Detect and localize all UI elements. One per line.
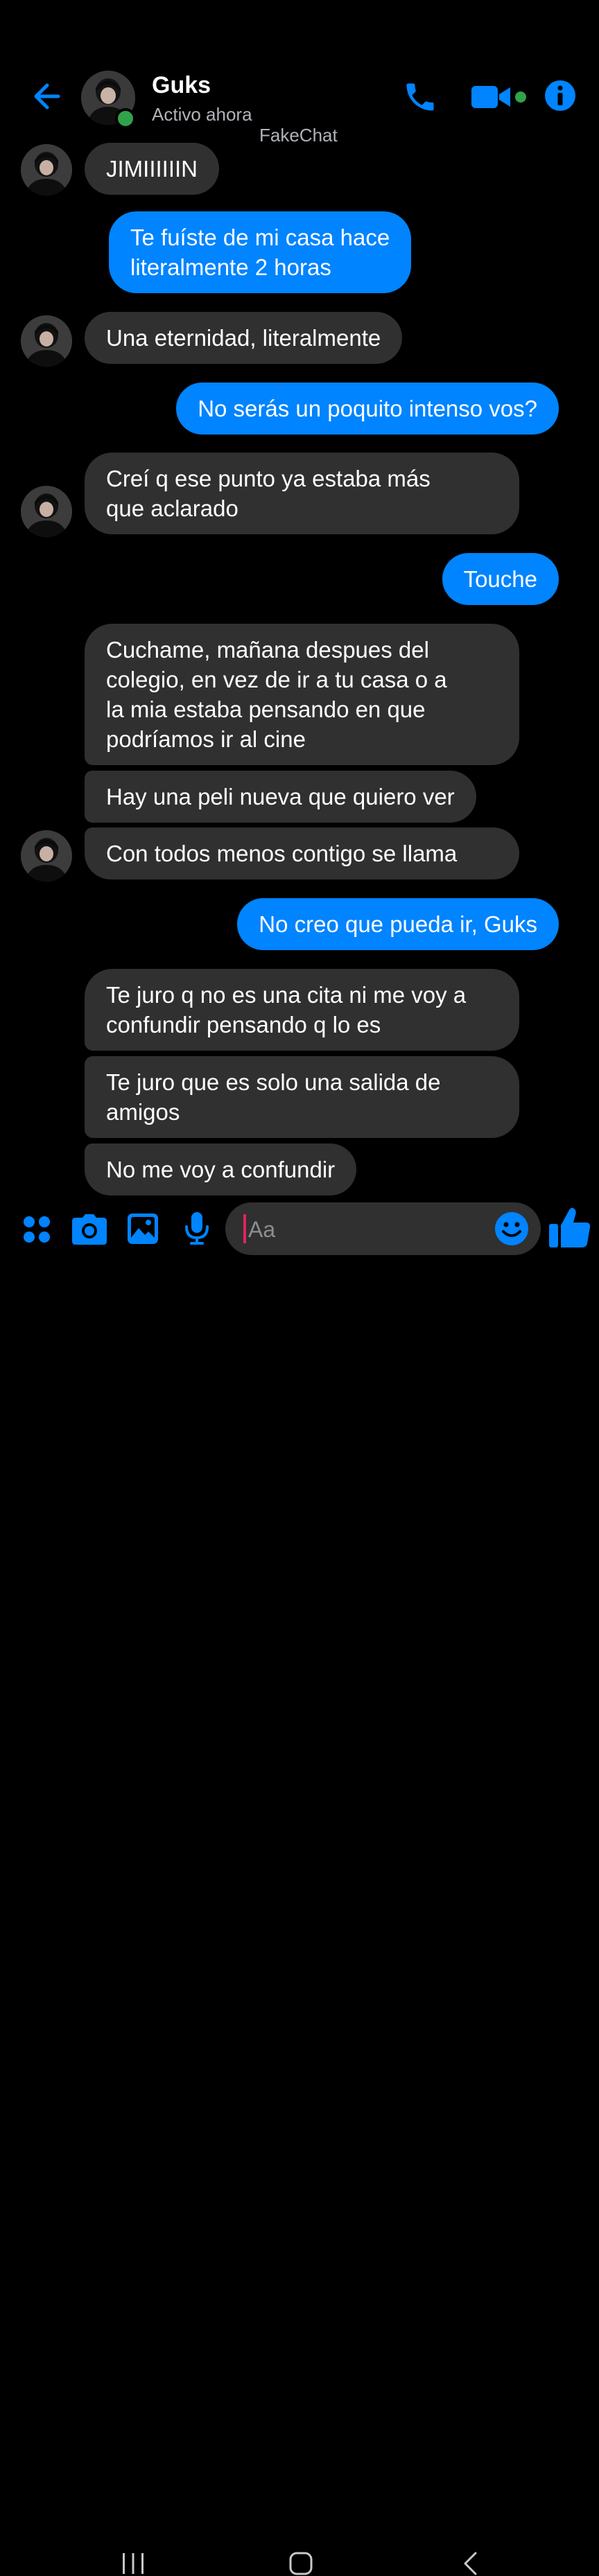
incoming-message[interactable]: Creí q ese punto ya estaba más que aclar… — [85, 453, 519, 534]
chat-header: Guks Activo ahora FakeChat — [0, 0, 599, 146]
back-arrow-icon[interactable] — [28, 79, 62, 114]
outgoing-message[interactable]: No creo que pueda ir, Guks — [237, 898, 559, 950]
phone-icon[interactable] — [402, 79, 438, 115]
incoming-message[interactable]: Te juro q no es una cita ni me voy a con… — [85, 969, 519, 1051]
sender-avatar — [21, 486, 72, 537]
incoming-message[interactable]: Cuchame, mañana despues del colegio, en … — [85, 624, 519, 765]
incoming-message[interactable]: Te juro que es solo una salida de amigos — [85, 1056, 519, 1138]
info-icon[interactable] — [544, 79, 577, 112]
system-navigation-bar — [0, 1268, 599, 2575]
sender-avatar — [21, 144, 72, 195]
watermark-text: FakeChat — [259, 125, 338, 146]
online-indicator — [115, 108, 136, 129]
video-camera-icon[interactable] — [470, 82, 532, 112]
incoming-message[interactable]: Una eternidad, literalmente — [85, 312, 403, 364]
outgoing-message[interactable]: Te fuíste de mi casa hace literalmente 2… — [109, 211, 412, 293]
thumbs-up-icon[interactable] — [548, 1206, 591, 1249]
outgoing-message[interactable]: Touche — [442, 553, 559, 605]
incoming-message[interactable]: JIMIIIIIIN — [85, 143, 219, 195]
contact-name[interactable]: Guks — [152, 72, 211, 99]
incoming-message[interactable]: Con todos menos contigo se llama — [85, 827, 519, 879]
camera-icon[interactable] — [72, 1214, 107, 1245]
text-caret — [243, 1214, 246, 1243]
message-input[interactable] — [247, 1211, 478, 1247]
apps-grid-icon[interactable] — [21, 1214, 52, 1245]
sender-avatar — [21, 315, 72, 367]
home-icon[interactable] — [288, 2551, 313, 2576]
emoji-icon[interactable] — [494, 1211, 529, 1246]
microphone-icon[interactable] — [183, 1211, 211, 1246]
recent-apps-icon[interactable] — [121, 2552, 145, 2575]
incoming-message[interactable]: Hay una peli nueva que quiero ver — [85, 771, 476, 823]
active-status: Activo ahora — [152, 104, 252, 125]
sender-avatar — [21, 830, 72, 882]
back-nav-icon[interactable] — [462, 2551, 478, 2576]
incoming-message[interactable]: No me voy a confundir — [85, 1144, 357, 1195]
gallery-icon[interactable] — [127, 1213, 159, 1245]
outgoing-message[interactable]: No serás un poquito intenso vos? — [176, 383, 559, 435]
